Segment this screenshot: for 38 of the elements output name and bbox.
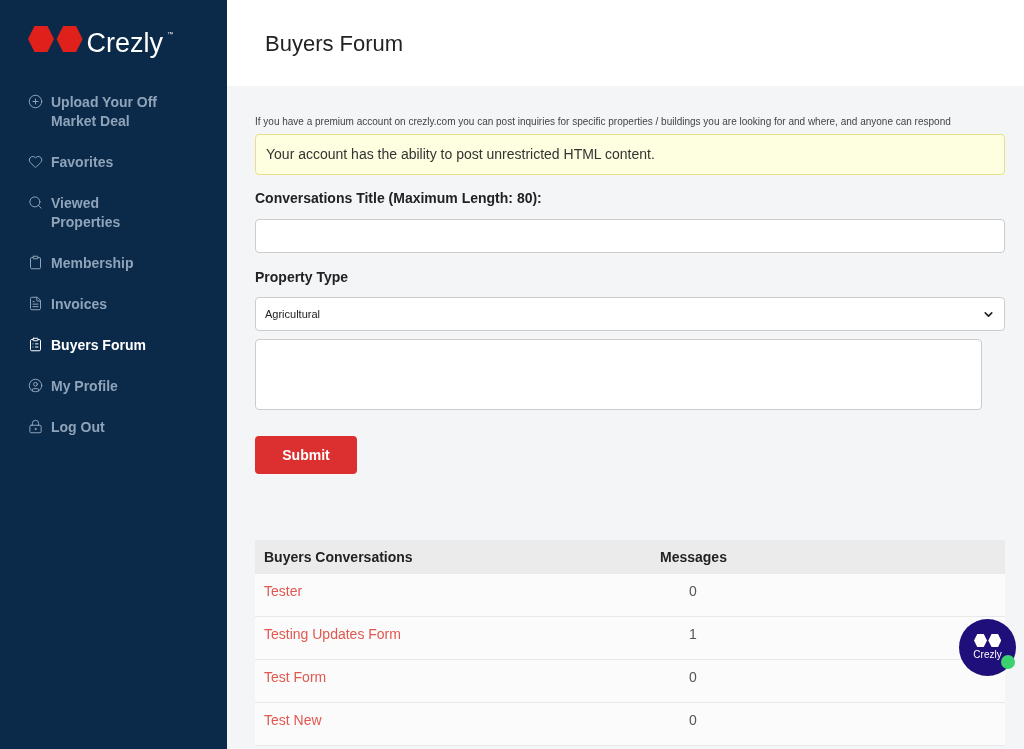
property-type-label: Property Type <box>255 268 350 287</box>
title-input[interactable] <box>255 219 1005 253</box>
heart-icon <box>28 154 43 169</box>
clipboard-list-icon <box>28 337 43 352</box>
message-count: 1 <box>689 625 697 644</box>
message-count: 0 <box>689 711 697 730</box>
plus-circle-icon <box>28 94 43 109</box>
logo-icon <box>28 26 83 52</box>
sidebar-item[interactable]: Viewed Properties <box>28 183 215 243</box>
message-textarea[interactable] <box>255 339 982 410</box>
user-circle-icon <box>28 378 43 393</box>
conversation-link[interactable]: Tester <box>255 581 689 602</box>
chat-logo-icon <box>973 634 1002 647</box>
message-count: 0 <box>689 668 697 687</box>
sidebar-item[interactable]: Buyers Forum <box>28 325 215 366</box>
page-title: Buyers Forum <box>265 29 404 58</box>
lock-icon <box>28 419 43 434</box>
submit-button[interactable]: Submit <box>255 436 357 474</box>
title-label: Conversations Title (Maximum Length: 80): <box>255 189 543 208</box>
conversation-link[interactable]: Testing Updates Form <box>255 624 689 645</box>
column-header: Messages <box>660 547 727 567</box>
conversation-link[interactable]: Test New <box>255 710 689 731</box>
sidebar-item[interactable]: Membership <box>28 243 215 284</box>
document-icon <box>28 296 43 311</box>
column-header: Buyers Conversations <box>263 547 414 567</box>
notice-banner: Your account has the ability to post unrestricted HTML content. <box>255 134 1005 175</box>
sidebar-item[interactable]: Upload Your Off Market Deal <box>28 82 215 142</box>
message-count: 0 <box>689 582 697 601</box>
intro-text: If you have a premium account on crezly.com you can post inquiries for specific properties / buildings you are looking for and where, and anyone can respond <box>255 115 952 129</box>
search-icon <box>28 195 43 210</box>
clipboard-icon <box>28 255 43 270</box>
logo-text: Crezly <box>86 27 164 60</box>
sidebar-item[interactable]: My Profile <box>28 366 215 407</box>
sidebar-item[interactable]: Invoices <box>28 284 215 325</box>
property-type-select[interactable]: Agricultural <box>255 297 1005 331</box>
sidebar-item[interactable]: Log Out <box>28 407 215 448</box>
conversation-link[interactable]: Test Form <box>255 667 689 688</box>
sidebar-item[interactable]: Favorites <box>28 142 215 183</box>
